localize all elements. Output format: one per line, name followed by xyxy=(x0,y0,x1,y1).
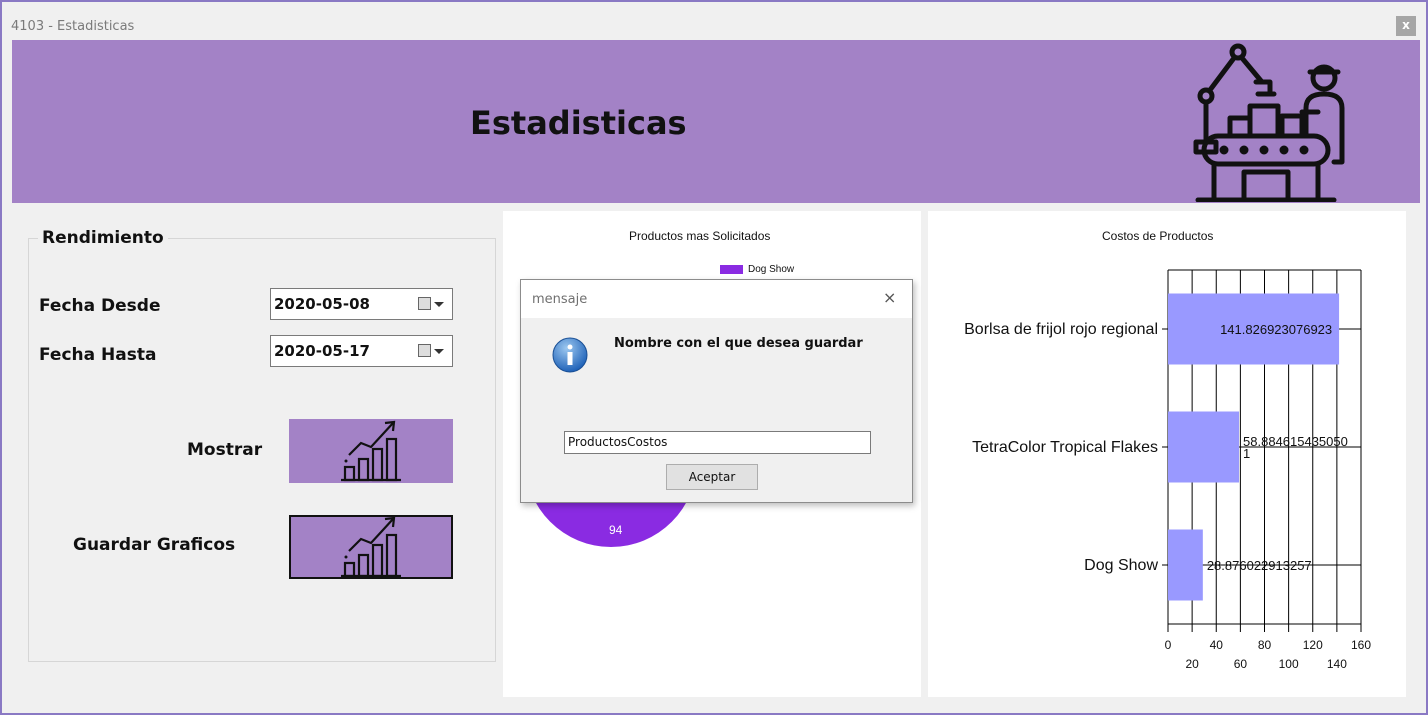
bar xyxy=(1168,411,1240,483)
fecha-hasta-label: Fecha Hasta xyxy=(39,345,157,365)
tick-label: 60 xyxy=(1234,657,1248,671)
tick-label: 120 xyxy=(1303,638,1323,652)
calendar-icon[interactable] xyxy=(418,297,431,310)
mostrar-label: Mostrar xyxy=(187,440,263,460)
fecha-desde-picker[interactable]: 2020-05-08 xyxy=(270,288,453,320)
window-close-button[interactable]: x xyxy=(1396,16,1416,36)
data-label: 28.876022913257 xyxy=(1207,558,1312,573)
tick-label: 40 xyxy=(1210,638,1224,652)
bar-chart-svg: Borlsa de frijol rojo regional 141.826923… xyxy=(964,269,1371,671)
save-dialog: mensaje × Nombre con el que desea guarda… xyxy=(520,279,913,503)
tick-label: 20 xyxy=(1185,657,1199,671)
calendar-icon[interactable] xyxy=(418,344,431,357)
tick-label: 160 xyxy=(1351,638,1371,652)
fecha-desde-value: 2020-05-08 xyxy=(274,295,370,313)
category-label: Borlsa de frijol rojo regional xyxy=(964,321,1158,338)
guardar-graficos-label: Guardar Graficos xyxy=(73,535,236,555)
dialog-title: mensaje xyxy=(532,292,588,307)
pie-slice-label: 94 xyxy=(609,523,623,537)
page-title: Estadisticas xyxy=(470,104,687,142)
data-label: 58.884615435050 1 xyxy=(1243,434,1348,461)
tick-label: 140 xyxy=(1327,657,1347,671)
dialog-close-button[interactable]: × xyxy=(883,288,896,307)
pie-chart-title: Productos mas Solicitados xyxy=(629,229,771,243)
bar xyxy=(1168,529,1203,601)
info-icon xyxy=(552,337,588,373)
chart-growth-icon xyxy=(341,516,401,578)
aceptar-button[interactable]: Aceptar xyxy=(666,464,758,490)
category-label: TetraColor Tropical Flakes xyxy=(972,439,1158,456)
guardar-graficos-button[interactable] xyxy=(289,515,453,579)
fecha-hasta-picker[interactable]: 2020-05-17 xyxy=(270,335,453,367)
tick-label: 100 xyxy=(1279,657,1299,671)
filename-input[interactable]: ProductosCostos xyxy=(564,431,871,454)
category-label: Dog Show xyxy=(1084,557,1158,574)
dialog-message: Nombre con el que desea guardar xyxy=(614,336,863,351)
fecha-hasta-value: 2020-05-17 xyxy=(274,342,370,360)
main-window: 4103 - Estadisticas x Estadisticas Rendi… xyxy=(0,0,1428,715)
bar-chart-panel: Costos de Productos Borlsa de frijol roj… xyxy=(928,211,1406,697)
header-banner: Estadisticas xyxy=(12,40,1420,203)
data-label: 141.826923076923 xyxy=(1220,322,1332,337)
chart-growth-icon xyxy=(341,420,401,482)
mostrar-button[interactable] xyxy=(289,419,453,483)
dialog-title-bar: mensaje × xyxy=(521,280,912,318)
window-title: 4103 - Estadisticas xyxy=(11,19,135,34)
fecha-desde-label: Fecha Desde xyxy=(39,296,161,316)
legend-label: Dog Show xyxy=(748,264,795,275)
rendimiento-legend: Rendimiento xyxy=(38,228,168,248)
factory-icon xyxy=(1193,43,1345,202)
dropdown-arrow-icon[interactable] xyxy=(434,302,444,307)
dropdown-arrow-icon[interactable] xyxy=(434,349,444,354)
tick-label: 0 xyxy=(1165,638,1172,652)
title-bar: 4103 - Estadisticas x xyxy=(2,2,1426,38)
legend-swatch xyxy=(720,265,743,274)
tick-label: 80 xyxy=(1258,638,1272,652)
